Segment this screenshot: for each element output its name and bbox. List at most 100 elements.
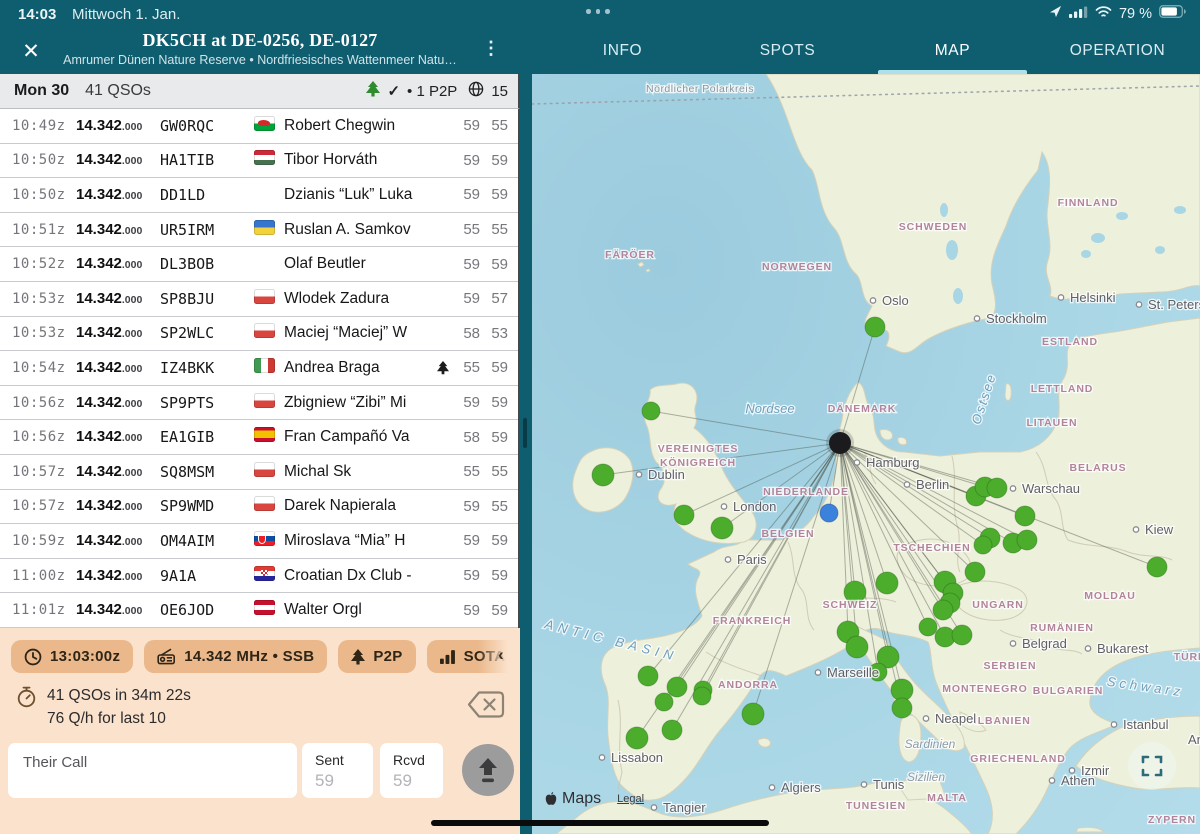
close-icon[interactable]: ✕ [16,36,46,66]
map-label: Kiew [1145,522,1174,537]
their-call-input[interactable]: Their Call [8,743,297,798]
chip-14-342-mhz-ssb[interactable]: 14.342 MHz • SSB [144,640,327,673]
rst-rcvd: 55 [480,117,508,134]
qso-row[interactable]: 10:59z 14.342.000 OM4AIM Miroslava “Mia”… [0,524,518,559]
qso-row[interactable]: 10:56z 14.342.000 EA1GIB Fran Campañó Va… [0,420,518,455]
multitasking-dots-icon[interactable] [586,9,610,14]
map-label: Istanbul [1123,717,1169,732]
sent-rst-field[interactable]: Sent 59 [302,743,373,798]
qso-station-dot[interactable] [1147,557,1167,577]
qso-row[interactable]: 10:52z 14.342.000 DL3BOB Olaf Beutler 59… [0,247,518,282]
country-flag-icon [254,566,284,586]
qso-row[interactable]: 10:53z 14.342.000 SP2WLC Maciej “Maciej”… [0,317,518,352]
log-day-header[interactable]: Mon 30 41 QSOs ✓ • 1 P2P 15 [0,74,520,109]
qso-station-dot[interactable] [638,666,658,686]
map-label: Hamburg [866,455,919,470]
qso-row[interactable]: 10:57z 14.342.000 SQ8MSM Michal Sk 55 55 [0,455,518,490]
qso-station-dot[interactable] [1017,530,1037,550]
map-label: BELARUS [1069,462,1126,474]
fullscreen-button[interactable] [1128,742,1176,790]
backspace-button[interactable] [466,690,506,724]
qso-station-dot[interactable] [974,536,992,554]
chip-13-03-00z[interactable]: 13:03:00z [11,640,133,673]
legal-link[interactable]: Legal [617,793,644,805]
qso-row[interactable]: 10:56z 14.342.000 SP9PTS Zbigniew “Zibi”… [0,386,518,421]
qso-time: 10:51z [12,222,76,238]
qso-time: 10:53z [12,291,76,307]
country-flag-icon [254,289,284,309]
country-flag-icon [254,427,284,447]
map-label: Dublin [648,467,685,482]
rst-rcvd: 59 [480,602,508,619]
tab-spots[interactable]: SPOTS [705,28,870,74]
tab-map[interactable]: MAP [870,28,1035,74]
qso-operator-name: Miroslava “Mia” H [284,532,434,550]
qso-station-dot[interactable] [1015,506,1035,526]
tab-info[interactable]: INFO [540,28,705,74]
map-label: LETTLAND [1031,383,1094,395]
qso-operator-name: Walter Orgl [284,601,434,619]
rst-rcvd: 59 [480,394,508,411]
qso-row[interactable]: 10:50z 14.342.000 DD1LD Dzianis “Luk” Lu… [0,178,518,213]
qso-frequency: 14.342.000 [76,221,160,239]
qso-row[interactable]: 11:00z 14.342.000 9A1A Croatian Dx Club … [0,559,518,594]
qso-row[interactable]: 10:50z 14.342.000 HA1TIB Tibor Horváth 5… [0,144,518,179]
wifi-icon [1095,5,1112,22]
qso-operator-name: Maciej “Maciej” W [284,324,434,342]
qso-station-dot[interactable] [919,618,937,636]
qso-row[interactable]: 10:51z 14.342.000 UR5IRM Ruslan A. Samko… [0,213,518,248]
qso-station-dot[interactable] [952,625,972,645]
qso-frequency: 14.342.000 [76,428,160,446]
fullscreen-icon [1141,755,1163,777]
chevron-left-icon[interactable]: ‹ [498,645,504,665]
qso-station-dot[interactable] [876,572,898,594]
qso-row[interactable]: 10:57z 14.342.000 SP9WMD Darek Napierala… [0,490,518,525]
qso-station-dot[interactable] [626,727,648,749]
map-label: Algiers [781,780,821,795]
activator-station-dot[interactable] [829,432,851,454]
chip-p2p[interactable]: P2P [338,640,415,673]
kebab-menu-icon[interactable]: ⋮ [480,38,502,64]
qso-time: 10:56z [12,429,76,445]
qso-station-dot-blue[interactable] [820,504,838,522]
qso-row[interactable]: 10:49z 14.342.000 GW0RQC Robert Chegwin … [0,109,518,144]
rst-sent: 55 [452,359,480,376]
qso-time: 10:50z [12,187,76,203]
rcvd-rst-field[interactable]: Rcvd 59 [380,743,443,798]
map-label: MALTA [927,792,967,804]
map-label: GRIECHENLAND [970,753,1065,765]
qso-map[interactable]: Nördlicher PolarkreisFÄRÖERNORWEGENSCHWE… [532,74,1200,834]
map-label: Oslo [882,293,909,308]
divider-handle[interactable] [523,418,527,448]
map-label: MONTENEGRO [942,683,1027,695]
qso-callsign: DL3BOB [160,255,254,273]
qso-station-dot[interactable] [892,698,912,718]
qso-station-dot[interactable] [933,600,953,620]
qso-station-dot[interactable] [965,562,985,582]
qso-station-dot[interactable] [742,703,764,725]
log-qso-button[interactable] [462,744,514,796]
qso-station-dot[interactable] [642,402,660,420]
tab-operation[interactable]: OPERATION [1035,28,1200,74]
panel-divider[interactable] [520,74,532,834]
country-flag-icon [254,150,284,170]
qso-row[interactable]: 10:53z 14.342.000 SP8BJU Wlodek Zadura 5… [0,282,518,317]
qso-station-dot[interactable] [592,464,614,486]
rst-sent: 55 [452,221,480,238]
qso-station-dot[interactable] [662,720,682,740]
qso-station-dot[interactable] [655,693,673,711]
qso-row[interactable]: 10:54z 14.342.000 IZ4BKK Andrea Braga 55… [0,351,518,386]
qso-callsign: UR5IRM [160,221,254,239]
qso-station-dot[interactable] [674,505,694,525]
qso-station-dot[interactable] [987,478,1007,498]
qso-station-dot[interactable] [865,317,885,337]
qso-station-dot[interactable] [711,517,733,539]
home-indicator[interactable] [431,820,769,826]
qso-station-dot[interactable] [693,687,711,705]
qso-station-dot[interactable] [846,636,868,658]
qso-row[interactable]: 11:01z 14.342.000 OE6JOD Walter Orgl 59 … [0,593,518,628]
map-label: DÄNEMARK [828,402,896,415]
chip-sota[interactable]: SOTA [427,640,519,673]
rst-rcvd: 59 [480,567,508,584]
qso-station-dot[interactable] [667,677,687,697]
